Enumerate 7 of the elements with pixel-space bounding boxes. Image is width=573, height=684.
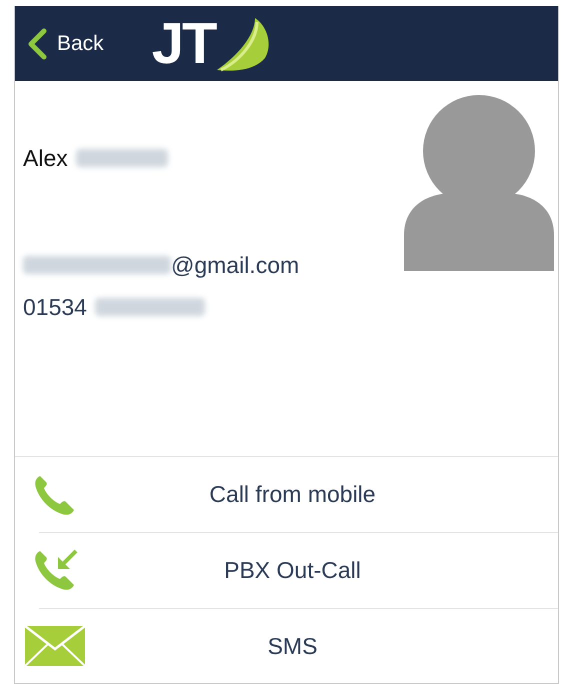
phone-number: 01534 — [23, 293, 87, 322]
chevron-left-icon — [27, 28, 47, 60]
back-button[interactable]: Back — [27, 28, 104, 60]
logo: JT — [152, 14, 274, 72]
email-text: @gmail.com — [171, 250, 300, 280]
envelope-icon — [24, 625, 86, 667]
contact-name: Alex — [23, 144, 68, 173]
